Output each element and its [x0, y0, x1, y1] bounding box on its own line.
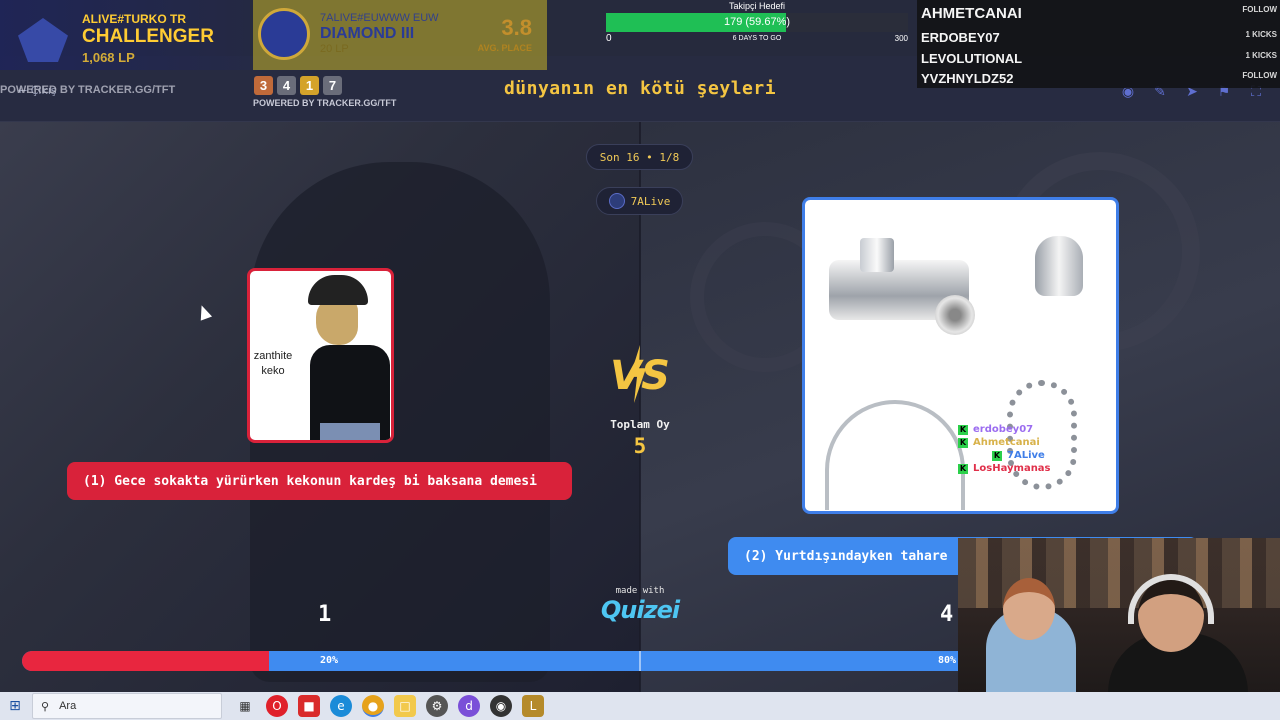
left-progress-fill [22, 651, 270, 671]
tracker-credit-2: POWERED BY TRACKER.GG/TFT [253, 98, 397, 108]
kick-icon: K [958, 463, 968, 474]
feed-tag: FOLLOW [1242, 71, 1277, 80]
valve-knob [935, 295, 975, 335]
windows-start-icon[interactable]: ⊞ [0, 692, 30, 720]
valve-head [860, 238, 894, 272]
voter-name: erdobey07 [973, 424, 1034, 435]
left-answer-button[interactable]: (1) Gece sokakta yürürken kekonun kardeş… [67, 462, 572, 500]
windows-taskbar: ⊞ ⚲ Ara ▦ O ■ e ● □ ⚙ d ◉ L [0, 692, 1280, 720]
task-view-icon[interactable]: ▦ [234, 695, 256, 717]
quizei-logo[interactable]: Quizei [590, 596, 690, 624]
league-icon[interactable]: L [522, 695, 544, 717]
placement-badge: 1 [300, 76, 319, 95]
feed-item: LEVOLUTIONAL 1 KICKS [921, 51, 1277, 69]
voter-name: 7ALive [1007, 450, 1045, 461]
voter-row: K LosHaymanas [958, 463, 1051, 474]
rank-tier: CHALLENGER [82, 26, 214, 47]
made-with-label: made with [615, 586, 665, 596]
folder-icon[interactable]: □ [394, 695, 416, 717]
media-icon[interactable]: ■ [298, 695, 320, 717]
voter-row: K Ahmetcanai [958, 437, 1051, 448]
feed-name: LEVOLUTIONAL [921, 51, 1023, 66]
avatar [608, 193, 625, 209]
tracker-credit: POWERED BY TRACKER.GG/TFT [0, 84, 176, 96]
total-votes-label: Toplam Oy [610, 418, 670, 431]
left-score: 1 [318, 602, 332, 627]
rank-lp: 1,068 LP [82, 50, 135, 65]
screen: ← Çıkış dünyanın en kötü şeyleri ◉ ✎ ➤ ⚑… [0, 0, 1280, 720]
placement-badge: 3 [254, 76, 273, 95]
kick-icon: K [992, 450, 1002, 461]
feed-item: ERDOBEY07 1 KICKS [921, 30, 1277, 48]
rank-tier-2: DIAMOND III [320, 25, 415, 42]
opera-icon[interactable]: O [266, 695, 288, 717]
feed-tag: 1 KICKS [1245, 51, 1277, 60]
flex-hose [825, 400, 965, 510]
follower-goal-bar: 179 (59.67%) [606, 13, 908, 32]
left-percent: 20% [320, 655, 339, 666]
diamond-emblem-icon [258, 8, 310, 60]
right-percent: 80% [938, 655, 957, 666]
kick-icon: K [958, 437, 968, 448]
feed-name: YVZHNYLDZ52 [921, 71, 1014, 86]
feed-name: ERDOBEY07 [921, 30, 1000, 45]
user-name: 7ALive [630, 194, 671, 208]
feed-name: AHMETCANAI [921, 5, 1022, 22]
summoner-name: ALIVE#TURKO TR [82, 12, 187, 26]
search-placeholder: Ara [59, 700, 77, 712]
progress-midline [639, 651, 641, 671]
voter-name: Ahmetcanai [973, 437, 1040, 448]
total-votes-value: 5 [633, 434, 647, 458]
figure-hair [308, 275, 368, 305]
feed-tag: FOLLOW [1242, 5, 1277, 14]
feed-item: YVZHNYLDZ52 FOLLOW [921, 71, 1277, 87]
follower-goal-progress: 179 (59.67%) [723, 16, 791, 28]
voter-name: LosHaymanas [973, 463, 1051, 474]
placement-badge: 4 [277, 76, 296, 95]
discord-icon[interactable]: d [458, 695, 480, 717]
search-icon: ⚲ [41, 700, 50, 713]
rank-lp-2: 20 LP [320, 43, 349, 55]
follower-goal-days: 6 DAYS TO GO [732, 35, 782, 42]
recent-placements: 3 4 1 7 [254, 76, 342, 95]
summoner-name-2: 7ALIVE#EUWWW EUW [320, 12, 439, 24]
card-caption: zanthite keko [253, 350, 293, 377]
obs-icon[interactable]: ◉ [490, 695, 512, 717]
edge-icon[interactable]: e [330, 695, 352, 717]
round-badge: Son 16 • 1/8 [586, 144, 693, 170]
event-feed: AHMETCANAI FOLLOW ERDOBEY07 1 KICKS LEVOLU… [917, 0, 1280, 88]
settings-icon[interactable]: ⚙ [426, 695, 448, 717]
avg-place-value: 3.8 [501, 15, 532, 40]
voter-row: K 7ALive [992, 450, 1051, 461]
user-badge: 7ALive [596, 187, 683, 215]
guest-head [1003, 578, 1055, 640]
avg-place-label: AVG. PLACE [477, 43, 532, 53]
right-score: 4 [940, 602, 954, 627]
voter-list: Kerdobey07 K Ahmetcanai K 7ALive K LosHayma… [958, 424, 1051, 474]
feed-tag: 1 KICKS [1245, 30, 1277, 39]
kick-icon: K [958, 424, 968, 435]
figure-jeans [320, 423, 380, 440]
taskbar-apps: ▦ O ■ e ● □ ⚙ d ◉ L [234, 695, 544, 717]
follower-goal-max: 300 [894, 34, 908, 43]
chrome-icon[interactable]: ● [362, 695, 384, 717]
feed-item: AHMETCANAI FOLLOW [921, 5, 1277, 23]
hand-shower [1035, 236, 1083, 296]
placement-badge: 7 [323, 76, 342, 95]
taskbar-search[interactable]: ⚲ Ara [32, 693, 222, 719]
left-option-card[interactable]: zanthite keko [247, 268, 394, 443]
voter-row: Kerdobey07 [958, 424, 1051, 435]
follower-goal-title: Takipçi Hedefi [728, 1, 786, 11]
